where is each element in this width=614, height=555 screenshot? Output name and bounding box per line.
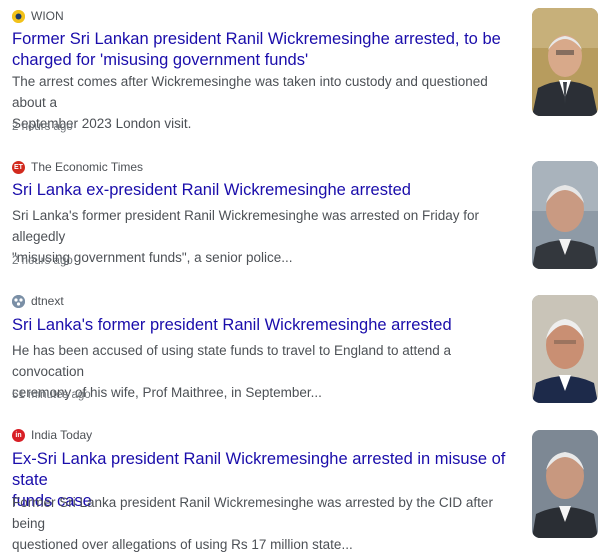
article-time: 51 minutes ago <box>12 389 91 401</box>
title-line: Sri Lanka's former president Ranil Wickr… <box>12 316 452 334</box>
article-thumbnail[interactable] <box>532 430 598 538</box>
article-thumbnail[interactable] <box>532 8 598 116</box>
article-title-link[interactable]: Sri Lanka ex-president Ranil Wickremesin… <box>12 180 512 201</box>
snippet-line: Sri Lanka's former president Ranil Wickr… <box>12 208 480 244</box>
article-time: 2 hours ago <box>12 255 73 267</box>
wion-logo-icon <box>12 9 25 23</box>
source-name: India Today <box>31 428 93 442</box>
dtnext-logo-icon <box>12 294 25 308</box>
source-name: The Economic Times <box>31 160 144 174</box>
news-source: in India Today <box>12 427 92 443</box>
news-source: ET The Economic Times <box>12 159 143 175</box>
article-snippet: Sri Lanka's former president Ranil Wickr… <box>12 205 512 268</box>
snippet-line: He has been accused of using state funds… <box>12 343 452 379</box>
source-name: dtnext <box>31 294 64 308</box>
article-title-link[interactable]: Former Sri Lankan president Ranil Wickre… <box>12 29 512 71</box>
article-time: 2 hours ago <box>12 121 73 133</box>
title-line: Former Sri Lankan president Ranil Wickre… <box>12 30 501 48</box>
snippet-line: questioned over allegations of using Rs … <box>12 537 353 552</box>
news-source: WION <box>12 8 64 24</box>
snippet-line: The arrest comes after Wickremesinghe wa… <box>12 74 488 110</box>
article-thumbnail[interactable] <box>532 161 598 269</box>
title-line: Sri Lanka ex-president Ranil Wickremesin… <box>12 181 411 199</box>
source-name: WION <box>31 9 64 23</box>
title-line: Ex-Sri Lanka president Ranil Wickremesin… <box>12 450 506 489</box>
economic-times-logo-icon: ET <box>12 160 25 174</box>
article-title-link[interactable]: Sri Lanka's former president Ranil Wickr… <box>12 315 512 336</box>
title-line: charged for 'misusing government funds' <box>12 51 309 69</box>
article-snippet: Former Sri Lanka president Ranil Wickrem… <box>12 492 512 555</box>
article-thumbnail[interactable] <box>532 295 598 403</box>
news-source: dtnext <box>12 293 64 309</box>
india-today-logo-icon: in <box>12 428 25 442</box>
article-snippet: The arrest comes after Wickremesinghe wa… <box>12 71 512 134</box>
